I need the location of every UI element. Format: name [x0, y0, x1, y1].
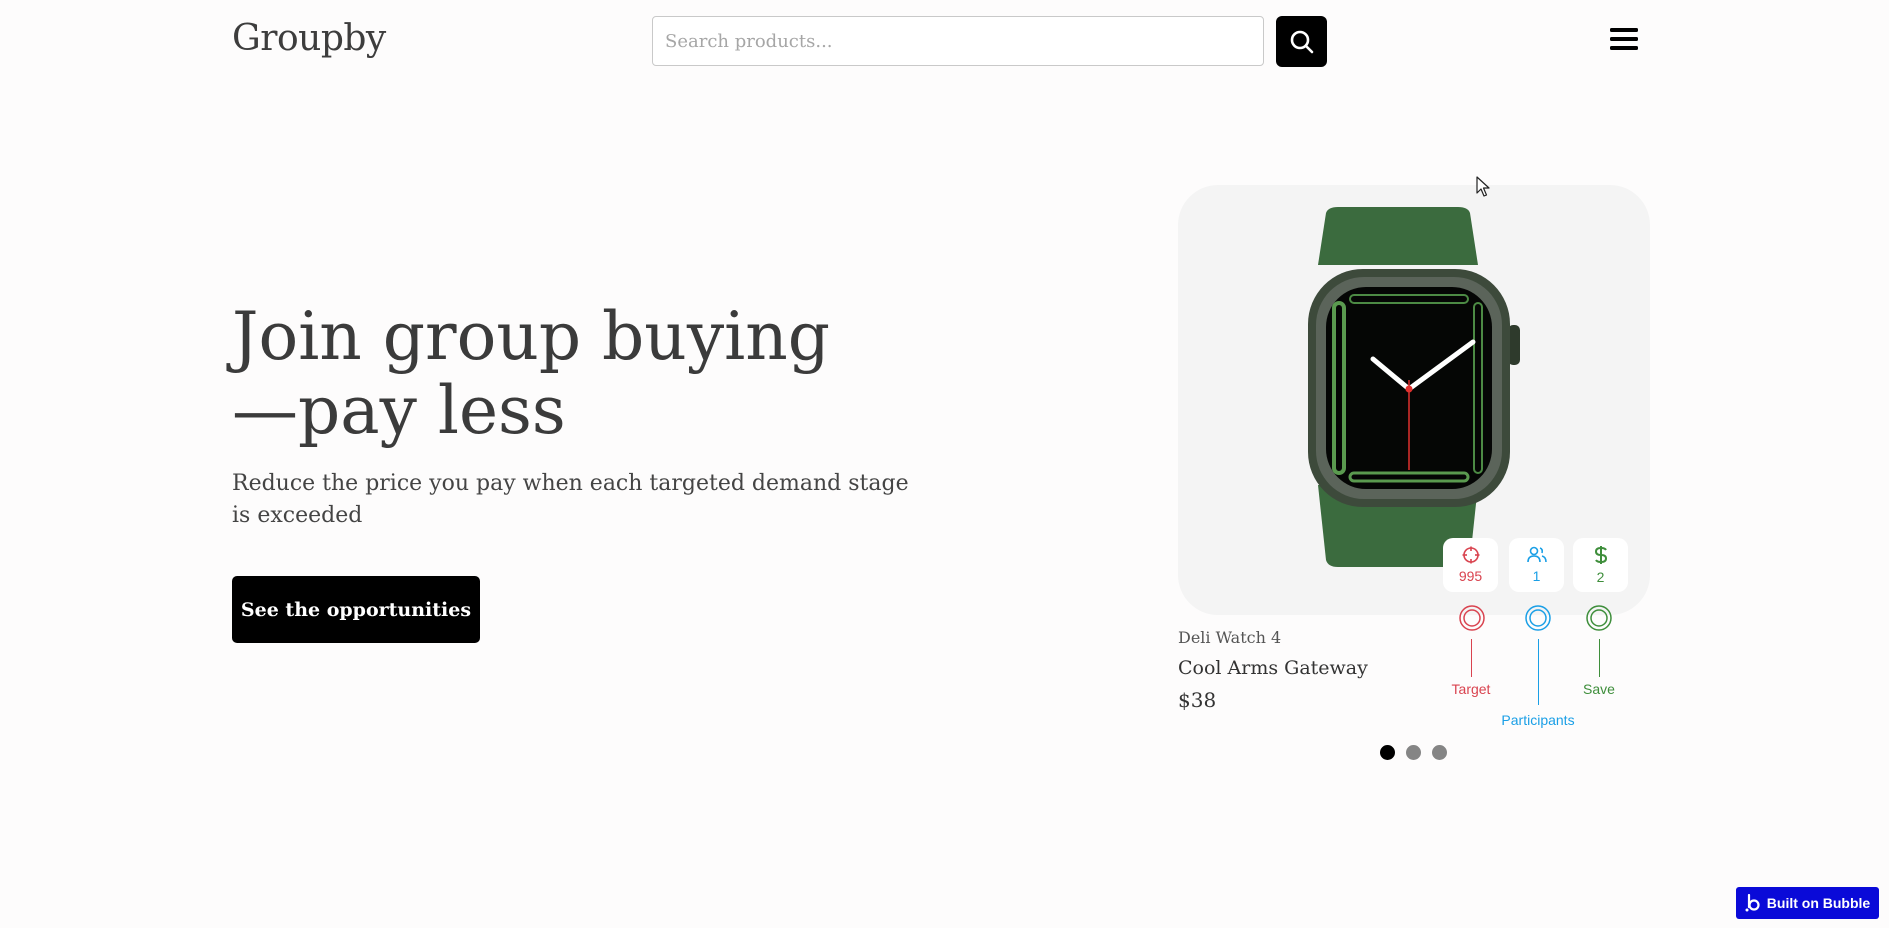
target-icon [1462, 546, 1479, 564]
product-price: $38 [1178, 688, 1217, 712]
site-logo[interactable]: Groupby [232, 18, 386, 59]
save-ring-icon [1586, 605, 1612, 631]
hamburger-menu-icon [1610, 28, 1638, 50]
users-icon [1526, 546, 1547, 563]
menu-button[interactable] [1608, 26, 1640, 54]
stat-participants-value: 1 [1532, 568, 1541, 584]
carousel-dot-2[interactable] [1406, 745, 1421, 760]
stat-save-value: 2 [1596, 569, 1605, 585]
save-connector [1599, 639, 1600, 677]
target-connector [1471, 639, 1472, 677]
dollar-icon [1594, 546, 1607, 564]
participants-ring-icon [1525, 605, 1551, 631]
stat-target: 995 [1443, 538, 1498, 592]
product-brand: Deli Watch 4 [1178, 628, 1282, 647]
search-input[interactable] [652, 16, 1264, 66]
see-opportunities-button[interactable]: See the opportunities [232, 576, 480, 643]
participants-connector [1538, 639, 1539, 705]
stat-save: 2 [1573, 538, 1628, 592]
carousel-dot-3[interactable] [1432, 745, 1447, 760]
product-name[interactable]: Cool Arms Gateway [1178, 657, 1368, 679]
target-ring-icon [1459, 605, 1485, 631]
badge-label: Built on Bubble [1766, 895, 1871, 911]
stat-target-value: 995 [1458, 568, 1483, 584]
stat-participants: 1 [1509, 538, 1564, 592]
mouse-cursor-icon [1476, 176, 1490, 197]
hero-title: Join group buying —pay less [232, 298, 830, 449]
stat-participants-label: Participants [1501, 712, 1575, 728]
stat-save-label: Save [1583, 681, 1615, 697]
search-icon [1290, 30, 1313, 53]
search-button[interactable] [1276, 16, 1327, 67]
built-on-bubble-badge[interactable]: Built on Bubble [1736, 887, 1879, 919]
hero-subtitle: Reduce the price you pay when each targe… [232, 471, 909, 528]
stat-target-label: Target [1451, 681, 1491, 697]
bubble-logo-icon [1745, 894, 1760, 912]
carousel-dot-1[interactable] [1380, 745, 1395, 760]
